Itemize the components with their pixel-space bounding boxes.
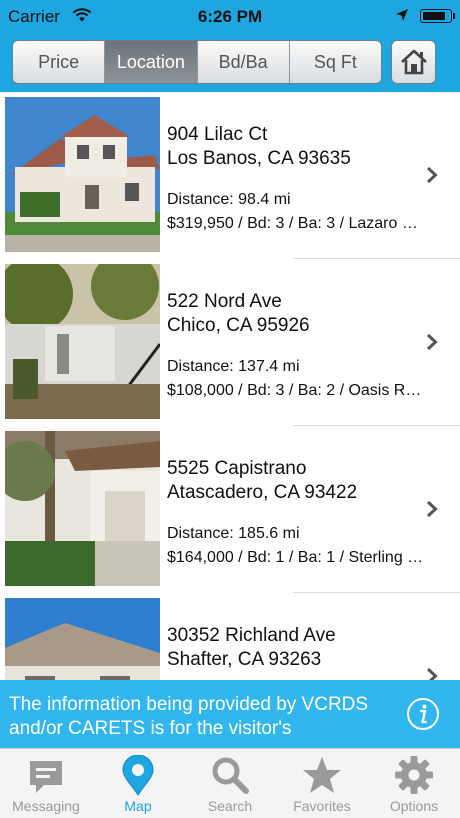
- tab-search[interactable]: Search: [184, 749, 276, 818]
- tab-messaging[interactable]: Messaging: [0, 749, 92, 818]
- tab-label: Favorites: [293, 798, 351, 814]
- listing-street: 522 Nord Ave: [167, 291, 282, 312]
- listing-street: 904 Lilac Ct: [167, 124, 268, 145]
- chevron-right-icon: [426, 333, 438, 351]
- location-arrow-icon: [396, 9, 408, 21]
- speech-bubble-icon: [30, 761, 62, 793]
- tab-label: Messaging: [12, 798, 80, 814]
- tab-favorites[interactable]: Favorites: [276, 749, 368, 818]
- listing-details: $164,000 / Bd: 1 / Ba: 1 / Sterling Real…: [167, 549, 429, 566]
- sort-location-tab[interactable]: Location: [105, 41, 198, 83]
- property-photo: [5, 97, 160, 252]
- listing-details: $319,950 / Bd: 3 / Ba: 3 / Lazaro Realty: [167, 215, 429, 232]
- listing-distance: Distance: 98.4 mi: [167, 191, 291, 208]
- chevron-right-icon: [426, 166, 438, 184]
- property-photo: [5, 598, 160, 680]
- disclaimer-banner[interactable]: The information being provided by VCRDS …: [0, 680, 460, 748]
- listing-city: Los Banos, CA 93635: [167, 148, 351, 169]
- magnifier-icon: [212, 757, 249, 794]
- listing-city: Shafter, CA 93263: [167, 649, 322, 670]
- house-icon: [400, 49, 427, 75]
- sort-bedbath-tab[interactable]: Bd/Ba: [198, 41, 290, 83]
- map-pin-icon: [122, 755, 154, 796]
- listing-address: 5525 Capistrano Atascadero, CA 93422: [167, 457, 357, 505]
- sort-segmented-control: Price Location Bd/Ba Sq Ft: [12, 40, 382, 84]
- listing-street: 30352 Richland Ave: [167, 625, 336, 646]
- listing-address: 904 Lilac Ct Los Banos, CA 93635: [167, 123, 351, 171]
- listing-distance: Distance: 137.4 mi: [167, 358, 300, 375]
- star-icon: [303, 757, 341, 793]
- home-button[interactable]: [391, 40, 436, 84]
- disclaimer-text: The information being provided by VCRDS …: [9, 694, 369, 739]
- listing-city: Chico, CA 95926: [167, 315, 310, 336]
- tab-map[interactable]: Map: [92, 749, 184, 818]
- listing-street: 5525 Capistrano: [167, 458, 307, 479]
- tab-label: Map: [124, 798, 152, 814]
- listings-list[interactable]: 904 Lilac Ct Los Banos, CA 93635 Distanc…: [0, 92, 460, 680]
- listing-address: 522 Nord Ave Chico, CA 95926: [167, 290, 310, 338]
- listing-address: 30352 Richland Ave Shafter, CA 93263: [167, 624, 336, 672]
- property-photo: [5, 264, 160, 419]
- tab-label: Search: [207, 798, 253, 814]
- listing-details: $108,000 / Bd: 3 / Ba: 2 / Oasis Realty: [167, 382, 429, 399]
- clock-time: 6:26 PM: [197, 7, 263, 26]
- listing-city: Atascadero, CA 93422: [167, 482, 358, 503]
- info-icon[interactable]: [406, 697, 440, 731]
- status-bar: Carrier 6:26 PM: [0, 0, 460, 32]
- gear-icon: [395, 756, 433, 794]
- chevron-right-icon: [426, 500, 438, 518]
- tab-label: Options: [389, 798, 439, 814]
- property-photo: [5, 431, 160, 586]
- listing-row[interactable]: 5525 Capistrano Atascadero, CA 93422 Dis…: [0, 426, 460, 593]
- listing-distance: Distance: 185.6 mi: [167, 525, 300, 542]
- sort-price-tab[interactable]: Price: [13, 41, 106, 83]
- battery-icon: [420, 9, 455, 23]
- listing-row[interactable]: 522 Nord Ave Chico, CA 95926 Distance: 1…: [0, 259, 460, 426]
- tab-bar: Messaging Map Search Favorites Options: [0, 748, 460, 818]
- tab-options[interactable]: Options: [368, 749, 460, 818]
- top-bar: Carrier 6:26 PM Price Location Bd/Ba Sq …: [0, 0, 460, 92]
- chevron-right-icon: [426, 667, 438, 680]
- listing-row[interactable]: 904 Lilac Ct Los Banos, CA 93635 Distanc…: [0, 92, 460, 259]
- listing-row[interactable]: 30352 Richland Ave Shafter, CA 93263: [0, 593, 460, 680]
- sort-sqft-tab[interactable]: Sq Ft: [290, 41, 381, 83]
